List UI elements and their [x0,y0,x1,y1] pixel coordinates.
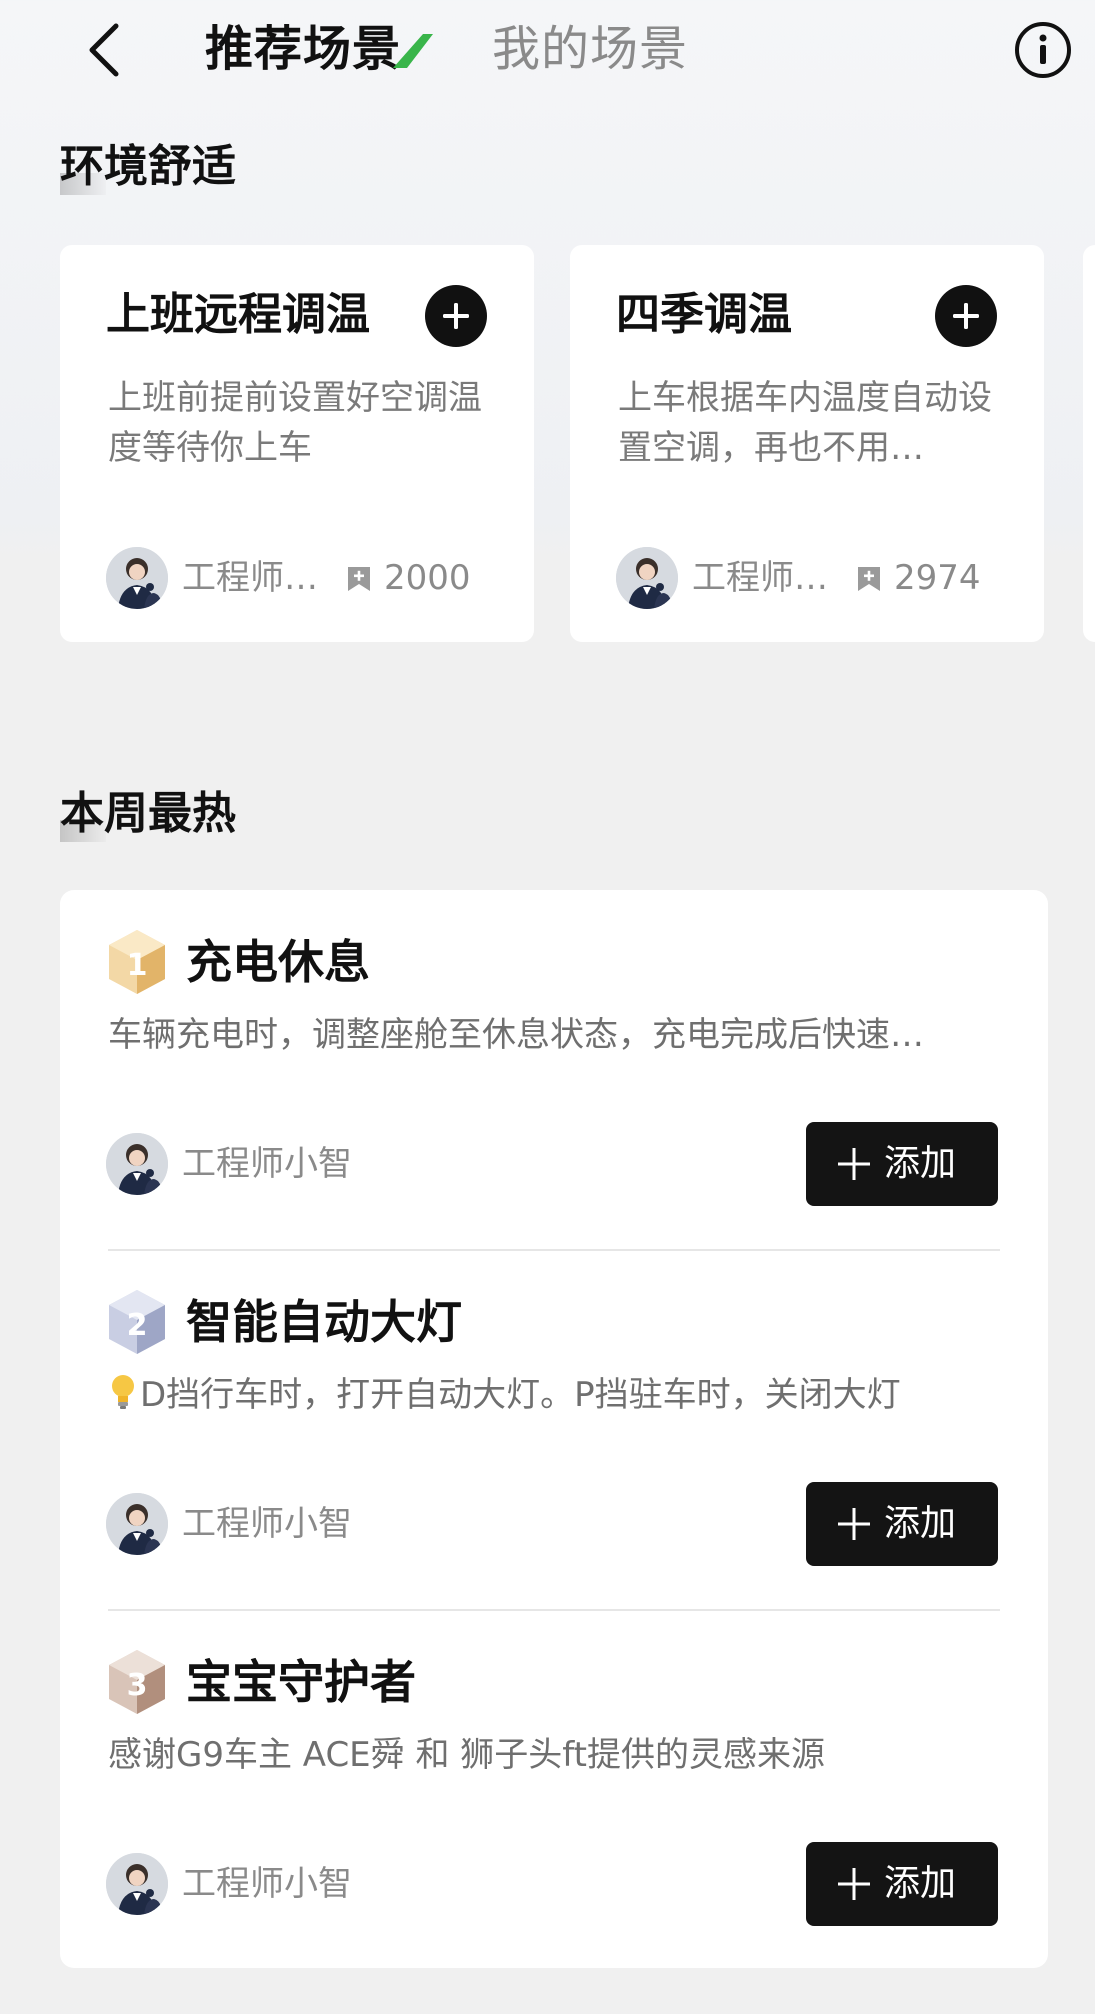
svg-text:1: 1 [127,948,148,983]
add-button-label: 添加 [884,1143,957,1184]
avatar [106,1493,168,1555]
scene-title: 宝宝守护者 [186,1655,416,1709]
author-name: 工程师小智 [182,1864,352,1904]
scene-title: 充电休息 [186,935,370,989]
favorite-count: 2974 [894,558,981,598]
rank-3-badge-icon: 3 [109,1650,165,1714]
section-title-comfort: 环境舒适 [60,137,236,197]
list-item[interactable]: 2 智能自动大灯 D挡行车时，打开自动大灯。P挡驻车时，关闭大灯 工程师小智 添… [60,1250,1048,1610]
scene-description: D挡行车时，打开自动大灯。P挡驻车时，关闭大灯 [108,1370,1008,1420]
author-name: 工程师… [182,558,318,598]
add-button[interactable]: 添加 [806,1842,998,1926]
plus-icon [443,303,469,329]
back-button[interactable] [80,22,130,78]
author-name: 工程师… [692,558,828,598]
scene-description-text: D挡行车时，打开自动大灯。P挡驻车时，关闭大灯 [140,1375,901,1415]
info-button[interactable] [1013,20,1073,80]
add-button[interactable]: 添加 [806,1482,998,1566]
scene-card[interactable]: 上班远程调温 上班前提前设置好空调温度等待你上车 工程师… 2000 [60,245,534,642]
avatar [616,547,678,609]
author-name: 工程师小智 [182,1144,352,1184]
tab-recommended-label: 推荐场景 [205,21,402,77]
top-nav-bar: 推荐场景 我的场景 [0,0,1095,100]
item-footer: 工程师小智 添加 [106,1482,1006,1566]
item-footer: 工程师小智 添加 [106,1122,1006,1206]
chevron-left-icon [89,23,119,77]
author-name: 工程师小智 [182,1504,352,1544]
info-circle-icon [1015,22,1071,78]
card-description: 上车根据车内温度自动设置空调，再也不用… [618,378,992,468]
bookmark-icon [858,567,880,591]
plus-icon [838,1868,870,1900]
avatar [106,1853,168,1915]
add-scene-button[interactable] [935,285,997,347]
add-scene-button[interactable] [425,285,487,347]
rank-1-badge-icon: 1 [109,930,165,994]
card-title: 四季调温 [616,289,792,340]
card-description: 上班前提前设置好空调温度等待你上车 [108,378,482,468]
active-tab-indicator-icon [393,34,434,68]
svg-text:2: 2 [127,1308,148,1343]
add-button-label: 添加 [884,1863,957,1904]
lightbulb-icon [112,1375,134,1409]
add-button-label: 添加 [884,1503,957,1544]
favorite-count: 2000 [384,558,471,598]
scene-card[interactable]: 四季调温 上车根据车内温度自动设置空调，再也不用… 工程师… 2974 [570,245,1044,642]
section-title-hot: 本周最热 [60,784,236,844]
list-item[interactable]: 3 宝宝守护者 感谢G9车主 ACE舜 和 狮子头ft提供的灵感来源 工程师小智 [60,1610,1048,1970]
plus-icon [838,1148,870,1180]
scene-description: 感谢G9车主 ACE舜 和 狮子头ft提供的灵感来源 [108,1735,825,1775]
list-item[interactable]: 1 充电休息 车辆充电时，调整座舱至休息状态，充电完成后快速… 工程师小智 添加 [60,890,1048,1250]
avatar [106,547,168,609]
svg-text:3: 3 [127,1668,148,1703]
scene-title: 智能自动大灯 [186,1295,462,1349]
tab-my-scenes[interactable]: 我的场景 [492,14,688,84]
scene-card-peek[interactable] [1083,245,1095,642]
card-footer: 工程师… 2974 [616,547,1016,609]
hot-list: 1 充电休息 车辆充电时，调整座舱至休息状态，充电完成后快速… 工程师小智 添加… [60,890,1048,1968]
card-title: 上班远程调温 [106,289,370,340]
tab-recommended-scenes[interactable]: 推荐场景 [205,14,434,84]
bookmark-icon [348,567,370,591]
tab-my-scenes-label: 我的场景 [492,21,689,77]
rank-2-badge-icon: 2 [109,1290,165,1354]
plus-icon [953,303,979,329]
scene-description: 车辆充电时，调整座舱至休息状态，充电完成后快速… [108,1015,924,1055]
add-button[interactable]: 添加 [806,1122,998,1206]
card-footer: 工程师… 2000 [106,547,506,609]
avatar [106,1133,168,1195]
plus-icon [838,1508,870,1540]
item-footer: 工程师小智 添加 [106,1842,1006,1926]
